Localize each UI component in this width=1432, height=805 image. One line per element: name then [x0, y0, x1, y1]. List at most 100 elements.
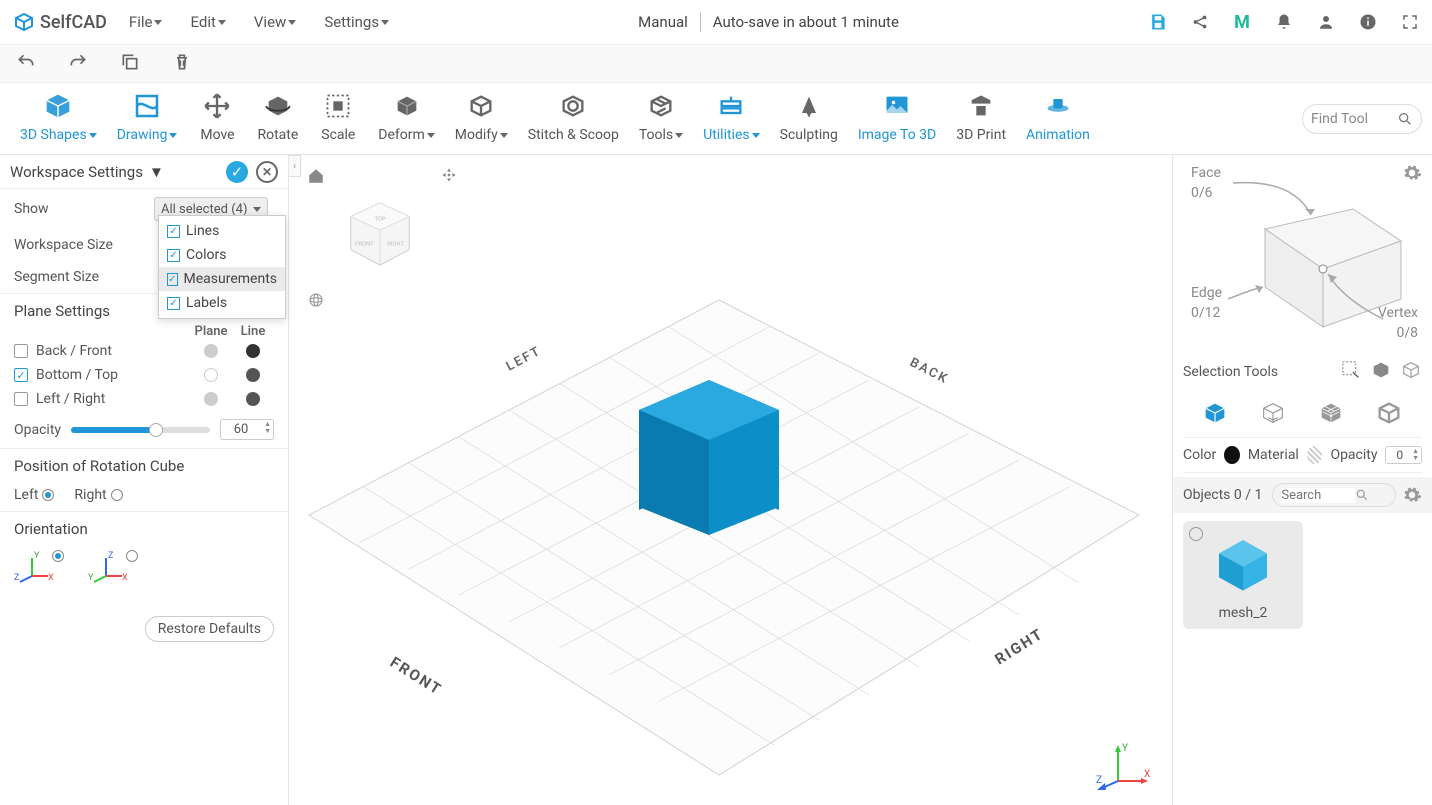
- copy-icon[interactable]: [120, 52, 140, 76]
- bell-icon[interactable]: [1274, 12, 1294, 32]
- orientation-zup[interactable]: YXZ: [14, 550, 58, 588]
- animation-icon: [1041, 89, 1075, 123]
- left-panel: Workspace Settings ▼ ✓ ✕ Show All select…: [0, 155, 289, 805]
- share-icon[interactable]: [1190, 12, 1210, 32]
- svg-text:Y: Y: [34, 551, 40, 561]
- find-tool-input[interactable]: Find Tool: [1302, 104, 1422, 134]
- menu-view[interactable]: View: [254, 13, 296, 31]
- segment-size-label: Segment Size: [14, 269, 154, 285]
- line-color-left[interactable]: [246, 392, 260, 406]
- tool-animation[interactable]: Animation: [1016, 82, 1100, 154]
- plane-color-bottom[interactable]: [204, 368, 218, 382]
- user-icon[interactable]: [1316, 12, 1336, 32]
- tool-scale[interactable]: Scale: [308, 82, 368, 154]
- m-icon[interactable]: M: [1232, 12, 1252, 32]
- shade-wire-icon[interactable]: [1259, 399, 1289, 429]
- orientation-title: Orientation: [0, 511, 288, 542]
- stitch-icon: [556, 89, 590, 123]
- dropdown-item-colors[interactable]: Colors: [159, 243, 285, 267]
- line-color-back[interactable]: [246, 344, 260, 358]
- tool-utilities[interactable]: Utilities: [693, 82, 770, 154]
- object-search-input[interactable]: [1281, 488, 1355, 503]
- home-view-icon[interactable]: [307, 167, 325, 189]
- object-select-ring[interactable]: [1189, 527, 1203, 541]
- opacity-input[interactable]: 60▲▼: [220, 419, 274, 440]
- trash-icon[interactable]: [172, 52, 192, 76]
- dropdown-item-labels[interactable]: Labels: [159, 291, 285, 315]
- tool-modify[interactable]: Modify: [445, 82, 518, 154]
- tool-3d-print[interactable]: 3D Print: [946, 82, 1016, 154]
- restore-defaults-button[interactable]: Restore Defaults: [145, 616, 274, 642]
- color-swatch[interactable]: [1224, 446, 1240, 464]
- svg-text:BACK: BACK: [907, 355, 951, 387]
- checkbox-left-right[interactable]: [14, 392, 28, 406]
- tool-rotate[interactable]: Rotate: [247, 82, 308, 154]
- globe-view-icon[interactable]: [307, 291, 325, 313]
- fullscreen-icon[interactable]: [1400, 12, 1420, 32]
- shade-mesh-icon[interactable]: [1317, 399, 1347, 429]
- select-wire-cube-icon[interactable]: [1400, 359, 1422, 385]
- redo-icon[interactable]: [68, 52, 88, 76]
- objects-gear-icon[interactable]: [1402, 485, 1422, 505]
- menu-settings[interactable]: Settings: [324, 13, 389, 31]
- status-manual[interactable]: Manual: [638, 13, 688, 31]
- confirm-button[interactable]: ✓: [226, 161, 248, 183]
- tool-deform[interactable]: Deform: [368, 82, 444, 154]
- plane-color-left[interactable]: [204, 392, 218, 406]
- undo-icon[interactable]: [16, 52, 36, 76]
- material-swatch[interactable]: [1307, 446, 1323, 464]
- opacity-value-input[interactable]: 0▲▼: [1385, 446, 1422, 464]
- radio-left[interactable]: Left: [14, 487, 54, 503]
- divider-line: [700, 12, 701, 32]
- tool-image-to-3d[interactable]: Image To 3D: [848, 82, 946, 154]
- tool-3d-shapes[interactable]: 3D Shapes: [10, 82, 107, 154]
- dropdown-item-lines[interactable]: Lines: [159, 219, 285, 243]
- info-icon[interactable]: [1358, 12, 1378, 32]
- save-icon[interactable]: [1148, 12, 1168, 32]
- face-edge-vertex-cube[interactable]: Face 0/6 Edge 0/12 Vertex 0/8: [1183, 163, 1422, 353]
- checkbox-back-front[interactable]: [14, 344, 28, 358]
- plane-color-back[interactable]: [204, 344, 218, 358]
- object-item-mesh2[interactable]: mesh_2: [1183, 521, 1303, 629]
- menu-edit[interactable]: Edit: [190, 13, 225, 31]
- svg-text:Y: Y: [1122, 743, 1128, 754]
- menu-file[interactable]: File: [129, 13, 163, 31]
- opacity-slider[interactable]: [71, 427, 210, 433]
- collapse-left-panel[interactable]: ‹: [289, 155, 301, 177]
- target-icon[interactable]: [441, 167, 457, 187]
- svg-text:Z: Z: [108, 551, 114, 561]
- svg-text:Z: Z: [14, 573, 20, 583]
- shade-outline-icon[interactable]: [1375, 399, 1405, 429]
- toolbox-icon: [644, 89, 678, 123]
- scene-cube[interactable]: [639, 380, 779, 535]
- orientation-yup[interactable]: ZXY: [88, 550, 132, 588]
- deform-icon: [390, 89, 424, 123]
- svg-text:FRONT: FRONT: [387, 653, 446, 699]
- drawing-icon: [130, 89, 164, 123]
- radio-right[interactable]: Right: [74, 487, 122, 503]
- search-icon: [1355, 488, 1369, 502]
- select-cursor-icon[interactable]: [1340, 359, 1362, 385]
- status-autosave: Auto-save in about 1 minute: [713, 13, 899, 31]
- dropdown-item-measurements[interactable]: Measurements: [159, 267, 285, 291]
- line-color-bottom[interactable]: [246, 368, 260, 382]
- tool-stitch[interactable]: Stitch & Scoop: [518, 82, 629, 154]
- tool-tools[interactable]: Tools: [629, 82, 693, 154]
- select-cube-icon[interactable]: [1370, 359, 1392, 385]
- tool-sculpting[interactable]: Sculpting: [770, 82, 848, 154]
- tool-drawing[interactable]: Drawing: [107, 82, 188, 154]
- printer-icon: [964, 89, 998, 123]
- svg-text:X: X: [122, 573, 128, 583]
- object-name: mesh_2: [1219, 605, 1268, 621]
- svg-text:LEFT: LEFT: [504, 344, 544, 375]
- viewport[interactable]: LEFT BACK FRONT RIGHT TOP: [289, 155, 1172, 805]
- panel-title: Workspace Settings: [10, 163, 143, 181]
- tool-move[interactable]: Move: [187, 82, 247, 154]
- object-search[interactable]: [1272, 483, 1396, 507]
- app-logo: SelfCAD: [12, 10, 107, 34]
- shade-solid-icon[interactable]: [1201, 399, 1231, 429]
- cancel-button[interactable]: ✕: [256, 161, 278, 183]
- checkbox-bottom-top[interactable]: [14, 368, 28, 382]
- rotation-cube[interactable]: TOP FRONT RIGHT: [341, 195, 419, 273]
- collapse-arrow-icon[interactable]: ▼: [149, 163, 164, 181]
